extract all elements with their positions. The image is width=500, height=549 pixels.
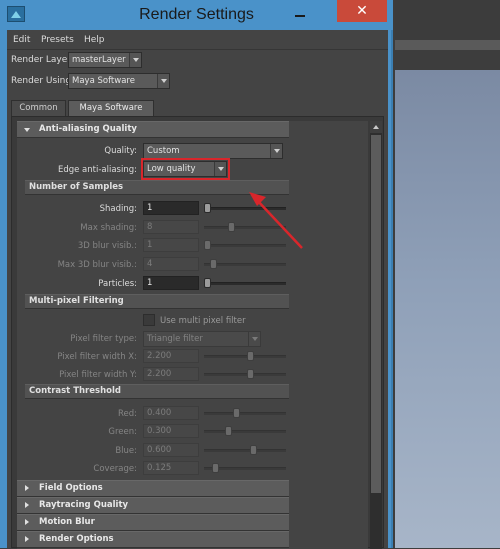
annotation-arrow-icon — [249, 192, 303, 249]
